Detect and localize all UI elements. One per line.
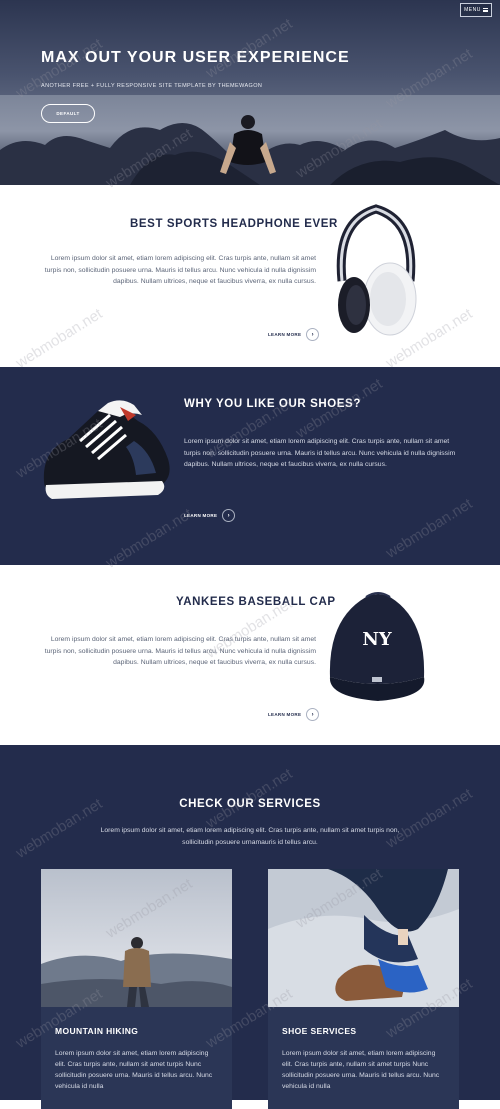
mountain-hiking-photo <box>41 869 232 1007</box>
sneaker-icon <box>43 400 170 499</box>
arrow-right-icon: › <box>306 708 320 721</box>
person-silhouette <box>220 115 276 174</box>
service-card-shoes[interactable]: SHOE SERVICES Lorem ipsum dolor sit amet… <box>268 869 459 1109</box>
hero-banner: MENU MAX OUT YOUR USER EXPERIENCE ANOTHE… <box>0 0 500 185</box>
services-text: Lorem ipsum dolor sit amet, etiam lorem … <box>100 827 400 846</box>
services-title: CHECK OUR SERVICES <box>179 798 321 810</box>
feature-cap: YANKEES BASEBALL CAP Lorem ipsum dolor s… <box>0 565 500 745</box>
arrow-right-icon: › <box>306 328 320 341</box>
feature-shoes: WHY YOU LIKE OUR SHOES? Lorem ipsum dolo… <box>0 367 500 565</box>
hamburger-icon <box>482 8 488 12</box>
headphone-icon <box>336 204 417 336</box>
learn-more-link[interactable]: LEARN MORE › <box>184 509 236 522</box>
feature-text: Lorem ipsum dolor sit amet, etiam lorem … <box>44 636 316 666</box>
feature-text: Lorem ipsum dolor sit amet, etiam lorem … <box>44 255 316 285</box>
learn-more-link[interactable]: LEARN MORE › <box>268 708 320 721</box>
learn-more-link[interactable]: LEARN MORE › <box>268 328 320 341</box>
card-title: SHOE SERVICES <box>282 1026 357 1036</box>
card-text: Lorem ipsum dolor sit amet, etiam lorem … <box>282 1050 440 1090</box>
feature-title: WHY YOU LIKE OUR SHOES? <box>184 398 361 410</box>
arrow-right-icon: › <box>222 509 236 522</box>
cap-icon: NY <box>329 592 425 701</box>
menu-button[interactable]: MENU <box>460 3 492 17</box>
service-card-hiking[interactable]: MOUNTAIN HIKING Lorem ipsum dolor sit am… <box>41 869 232 1109</box>
feature-title: YANKEES BASEBALL CAP <box>176 596 336 608</box>
svg-text:NY: NY <box>362 629 392 650</box>
shoe-services-photo <box>268 869 459 1007</box>
hero-title: MAX OUT YOUR USER EXPERIENCE <box>41 49 350 66</box>
feature-text: Lorem ipsum dolor sit amet, etiam lorem … <box>184 438 456 468</box>
default-button[interactable]: DEFAULT <box>41 104 95 123</box>
feature-headphone: BEST SPORTS HEADPHONE EVER Lorem ipsum d… <box>0 185 500 367</box>
learn-more-label: LEARN MORE <box>268 712 302 717</box>
learn-more-label: LEARN MORE <box>268 332 302 337</box>
services-section: CHECK OUR SERVICES Lorem ipsum dolor sit… <box>0 745 500 1109</box>
learn-more-label: LEARN MORE <box>184 513 218 518</box>
card-text: Lorem ipsum dolor sit amet, etiam lorem … <box>55 1050 213 1090</box>
menu-label: MENU <box>464 7 481 13</box>
card-title: MOUNTAIN HIKING <box>55 1026 139 1036</box>
feature-title: BEST SPORTS HEADPHONE EVER <box>130 218 338 230</box>
hero-subtitle: ANOTHER FREE + FULLY RESPONSIVE SITE TEM… <box>41 83 263 89</box>
